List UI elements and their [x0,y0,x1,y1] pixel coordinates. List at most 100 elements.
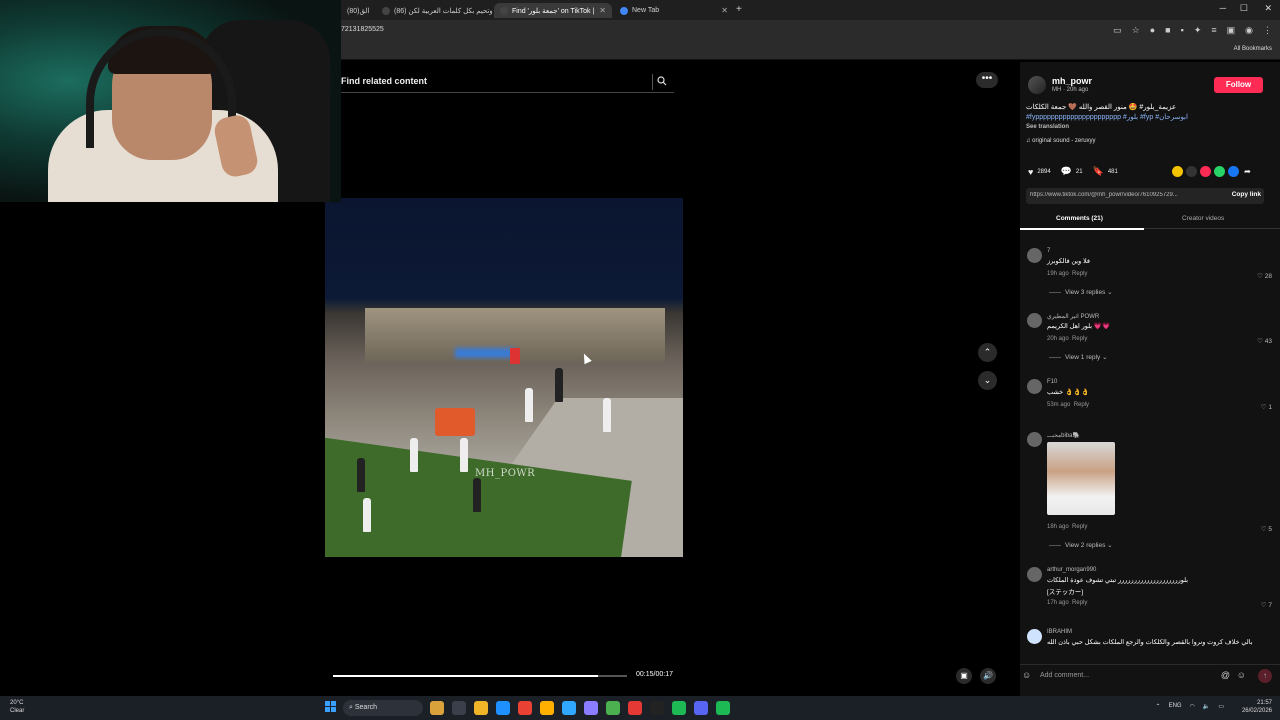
view-replies-button[interactable]: View 3 replies ⌄ [1049,288,1113,296]
view-replies-button[interactable]: View 1 reply ⌄ [1049,353,1108,361]
emoji-icon[interactable]: ☺ [1237,670,1246,680]
comment-button[interactable]: 💬 21 [1061,166,1083,177]
close-icon[interactable]: ✕ [721,6,728,15]
wifi-icon[interactable]: ◠ [1190,703,1195,710]
app-icon[interactable] [650,701,664,715]
app-icon[interactable] [540,701,554,715]
caption-hashtags[interactable]: #fypppppppppppppppppppppp #بلور #fyp #اب… [1026,113,1266,123]
search-input[interactable]: Find related content [341,76,427,86]
extension-icon[interactable]: ■ [1165,25,1170,36]
volume-icon[interactable]: 🔊 [980,668,996,684]
menu-icon[interactable]: ⋮ [1263,25,1272,36]
commenter-avatar[interactable] [1027,379,1042,394]
mention-icon[interactable]: @ [1221,670,1230,680]
cast-icon[interactable]: ▭ [1113,25,1122,36]
reply-button[interactable]: Reply [1072,524,1087,530]
commenter-name[interactable]: IBRAHIM [1047,629,1072,635]
reading-list-icon[interactable]: ≡ [1211,25,1216,36]
reply-button[interactable]: Reply [1072,271,1087,277]
commenter-avatar[interactable] [1027,567,1042,582]
all-bookmarks[interactable]: All Bookmarks [1234,46,1272,52]
commenter-name[interactable]: F10 [1047,379,1057,385]
whatsapp-icon[interactable] [1214,166,1225,177]
puzzle-icon[interactable]: ✦ [1194,25,1202,36]
taskbar-search[interactable]: ⌕ Search [343,700,423,716]
previous-video-icon[interactable]: ⌃ [978,343,997,362]
tab-3[interactable]: Find 'جمعة بلور' on TikTok | ✕ [494,3,612,18]
next-video-icon[interactable]: ⌄ [978,371,997,390]
repost-icon[interactable] [1172,166,1183,177]
reply-button[interactable]: Reply [1074,402,1089,408]
author-avatar[interactable] [1028,76,1046,94]
save-button[interactable]: 🔖 481 [1093,166,1118,177]
commenter-name[interactable]: اثير المطيري POWR [1047,313,1099,320]
facebook-icon[interactable] [1228,166,1239,177]
app-icon[interactable] [628,701,642,715]
comment-image[interactable] [1047,442,1115,515]
related-search[interactable]: Find related content [341,70,674,93]
comment-like[interactable]: ♡ 5 [1261,525,1272,533]
share-link-url[interactable]: https://www.tiktok.com/@mh_powr/video/76… [1030,192,1202,198]
reply-button[interactable]: Reply [1072,600,1087,606]
spotify-icon[interactable] [716,701,730,715]
close-window-icon[interactable]: ✕ [1264,3,1272,14]
app-icon[interactable] [584,701,598,715]
commenter-avatar[interactable] [1027,313,1042,328]
url-text[interactable]: 72131825525 [341,26,384,33]
sound-link[interactable]: ♫ original sound - zeruxyy [1026,138,1096,144]
more-options-icon[interactable]: ••• [976,72,998,88]
view-replies-button[interactable]: View 2 replies ⌄ [1049,541,1113,549]
commenter-name[interactable]: محبـــbiba🐘 [1047,432,1080,439]
tab-comments[interactable]: Comments (21) [1056,215,1103,222]
chrome-icon[interactable] [518,701,532,715]
commenter-avatar[interactable] [1027,248,1042,263]
app-icon[interactable] [606,701,620,715]
reply-button[interactable]: Reply [1072,336,1087,342]
pip-icon[interactable]: ▣ [956,668,972,684]
tab-4[interactable]: New Tab ✕ [614,3,734,18]
embed-icon[interactable] [1186,166,1197,177]
comment-input[interactable]: Add comment... [1040,672,1089,679]
commenter-avatar[interactable] [1027,629,1042,644]
maximize-icon[interactable]: ☐ [1240,3,1248,14]
profile-icon[interactable]: ◉ [1245,25,1253,36]
close-icon[interactable]: ✕ [599,6,606,15]
search-icon[interactable] [652,74,668,90]
discord-icon[interactable] [694,701,708,715]
video-progress-bar[interactable] [333,675,627,677]
tab-creator-videos[interactable]: Creator videos [1182,215,1224,222]
share-arrow-icon[interactable]: ➦ [1242,166,1253,177]
like-button[interactable]: ♥ 2894 [1028,167,1051,177]
chevron-up-icon[interactable]: ⌃ [1156,703,1161,710]
follow-button[interactable]: Follow [1214,77,1263,93]
start-icon[interactable] [325,701,337,713]
comment-like[interactable]: ♡ 43 [1257,337,1272,345]
author-username[interactable]: mh_powr [1052,76,1092,86]
new-tab-icon[interactable]: + [736,4,742,15]
battery-icon[interactable]: ▭ [1218,703,1224,710]
app-icon[interactable] [452,701,466,715]
see-translation-link[interactable]: See translation [1026,124,1069,130]
comment-like[interactable]: ♡ 1 [1261,403,1272,411]
tab-1[interactable]: (80)الق ✕ [341,3,374,18]
commenter-name[interactable]: arthur_morgan990 [1047,567,1096,573]
file-explorer-icon[interactable] [474,701,488,715]
commenter-name[interactable]: 7 [1047,248,1050,254]
comment-like[interactable]: ♡ 28 [1257,272,1272,280]
star-icon[interactable]: ☆ [1132,25,1140,36]
extension-icon[interactable]: ● [1150,25,1155,36]
clock[interactable]: 21:57 26/02/2026 [1242,699,1272,715]
send-icon[interactable] [1200,166,1211,177]
commenter-avatar[interactable] [1027,432,1042,447]
minimize-icon[interactable]: ─ [1220,3,1226,13]
edge-icon[interactable] [496,701,510,715]
comment-like[interactable]: ♡ 7 [1261,601,1272,609]
weather-widget[interactable]: 20°C Clear [10,699,24,715]
app-icon[interactable] [672,701,686,715]
close-icon[interactable]: ✕ [373,6,374,15]
copy-link-button[interactable]: Copy link [1232,191,1261,198]
speaker-icon[interactable]: 🔈 [1203,703,1210,710]
language-indicator[interactable]: ENG [1169,703,1182,710]
app-icon[interactable] [430,701,444,715]
photoshop-icon[interactable] [562,701,576,715]
